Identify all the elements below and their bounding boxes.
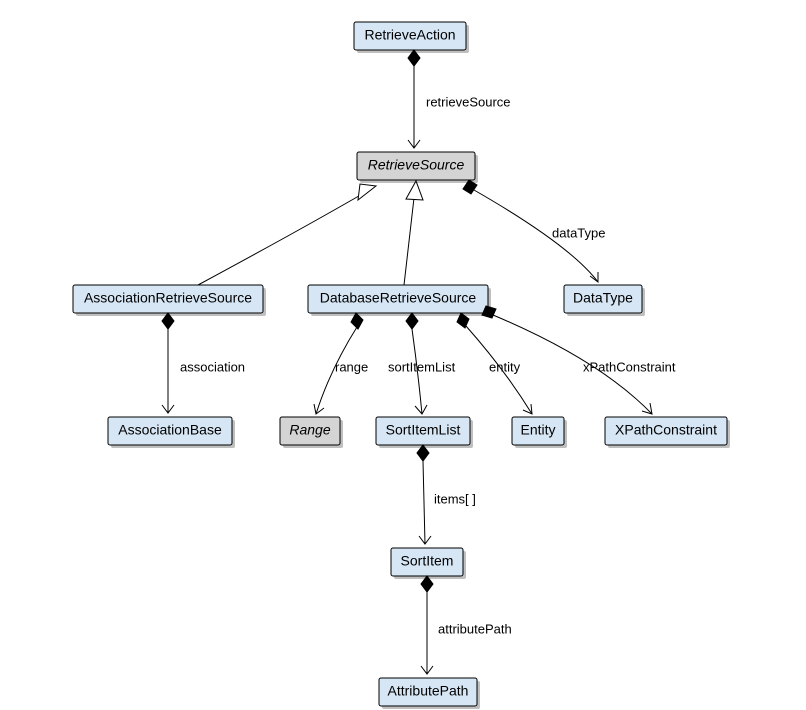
node-range: Range (280, 417, 343, 448)
edge-dbrs-sortitemlist: sortItemList (388, 313, 456, 414)
edge-sortitemlist-sortitem: items[ ] (417, 445, 476, 544)
node-attribute-path-label: AttributePath (388, 683, 469, 699)
node-entity-label: Entity (520, 422, 555, 438)
node-retrieve-source: RetrieveSource (357, 152, 478, 183)
node-association-base: AssociationBase (108, 417, 235, 448)
edge-retrievesource-datatype: dataType (463, 180, 606, 282)
edge-sortitemlist-label: sortItemList (388, 359, 456, 374)
node-data-type: DataType (564, 285, 645, 316)
node-association-base-label: AssociationBase (118, 422, 222, 438)
node-retrieve-source-label: RetrieveSource (368, 157, 465, 173)
node-association-retrieve-source: AssociationRetrieveSource (73, 285, 266, 316)
node-entity: Entity (512, 417, 567, 448)
edge-assocretrievesource-assocbase: association (162, 313, 245, 413)
node-association-retrieve-source-label: AssociationRetrieveSource (84, 290, 252, 306)
node-sort-item-list: SortItemList (376, 417, 473, 448)
edge-dbrs-entity: entity (457, 313, 532, 414)
edge-dbrs-range: range (314, 313, 368, 414)
node-database-retrieve-source-label: DatabaseRetrieveSource (320, 290, 477, 306)
edge-assocretrievesource-gen (198, 184, 376, 285)
edge-datatype-label: dataType (552, 225, 606, 240)
node-xpath-constraint: XPathConstraint (605, 417, 730, 448)
edge-items-label: items[ ] (434, 491, 476, 506)
node-xpath-constraint-label: XPathConstraint (615, 422, 717, 438)
node-sort-item-label: SortItem (401, 553, 454, 569)
node-sort-item: SortItem (391, 548, 466, 579)
edge-attributepath-label: attributePath (438, 621, 512, 636)
edge-retrievesource-label: retrieveSource (426, 94, 511, 109)
node-data-type-label: DataType (573, 290, 633, 306)
node-attribute-path: AttributePath (379, 678, 480, 709)
node-retrieve-action-label: RetrieveAction (364, 27, 455, 43)
edge-sortitem-attributepath: attributePath (421, 576, 512, 674)
edge-range-label: range (335, 359, 368, 374)
node-sort-item-list-label: SortItemList (386, 422, 461, 438)
uml-diagram: RetrieveAction RetrieveSource Associatio… (0, 0, 806, 710)
node-database-retrieve-source: DatabaseRetrieveSource (308, 285, 491, 316)
node-retrieve-action: RetrieveAction (354, 22, 469, 53)
edge-entity-label: entity (489, 359, 521, 374)
node-range-label: Range (289, 422, 330, 438)
edge-association-label: association (180, 359, 245, 374)
edge-xpath-label: xPathConstraint (583, 359, 676, 374)
edge-retrieveaction-retrievesource: retrieveSource (408, 50, 511, 148)
edge-dbretrievesource-gen (404, 181, 423, 285)
